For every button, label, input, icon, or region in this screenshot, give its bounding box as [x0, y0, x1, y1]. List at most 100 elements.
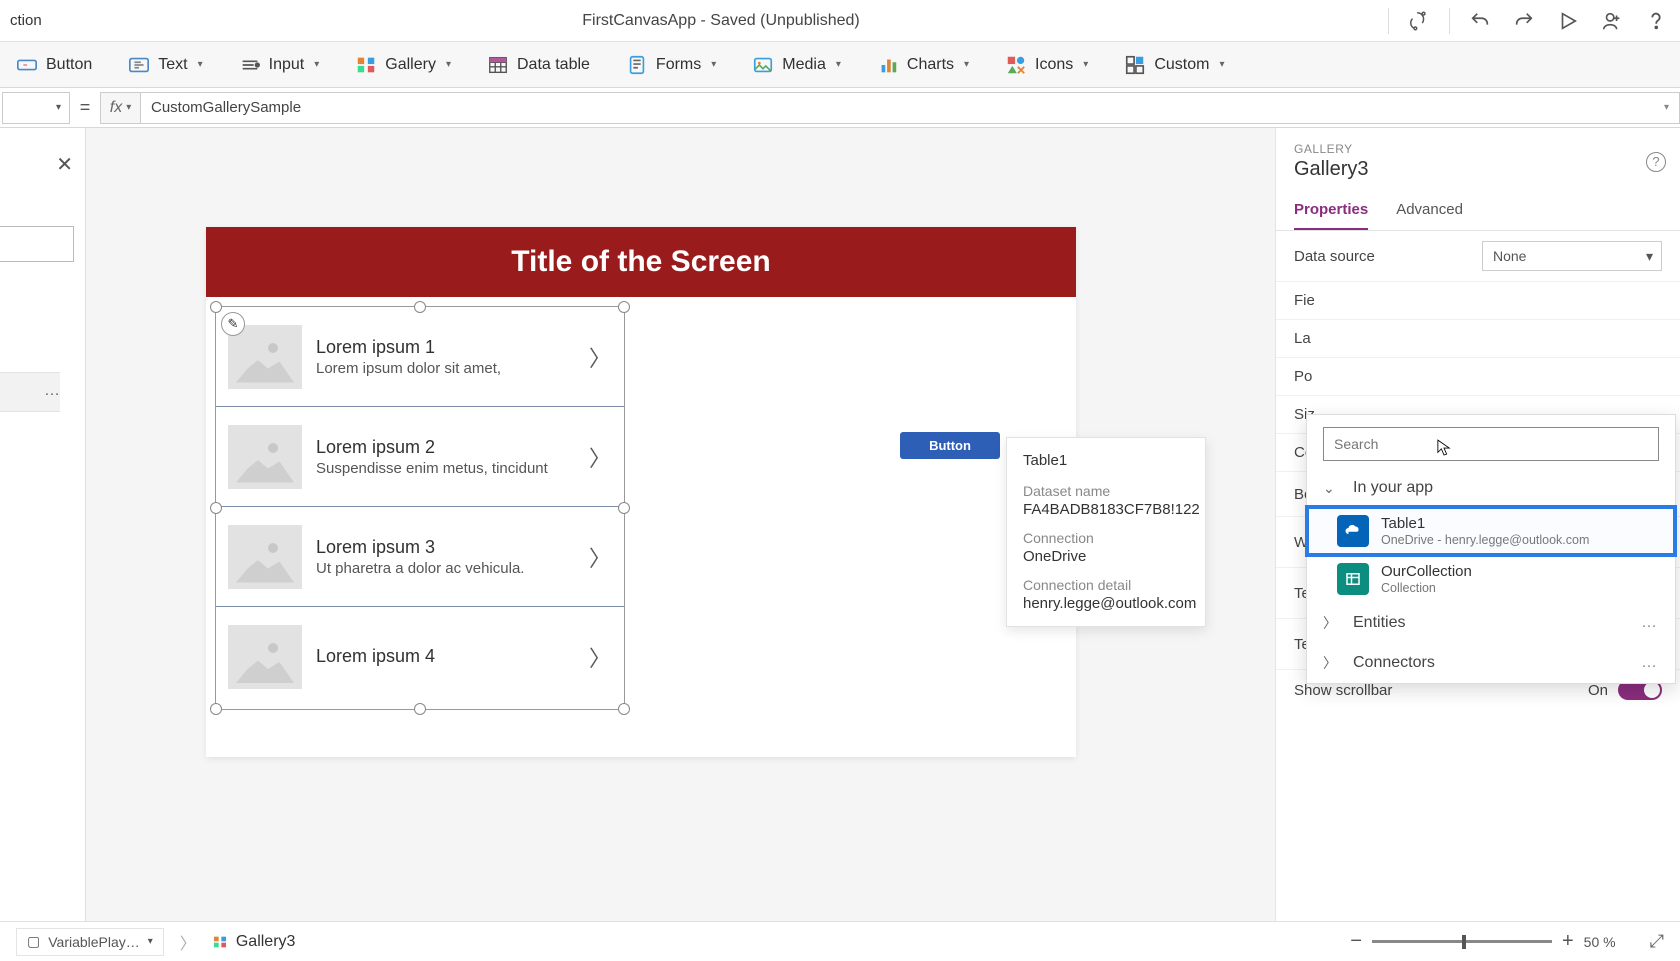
ribbon-media[interactable]: Media▾: [746, 50, 847, 80]
formula-input[interactable]: CustomGallerySample ▾: [140, 92, 1680, 124]
resize-handle[interactable]: [210, 301, 222, 313]
tab-properties[interactable]: Properties: [1294, 193, 1368, 230]
ribbon-input[interactable]: Input▾: [233, 50, 326, 80]
prop-fields: Fie: [1276, 282, 1680, 320]
ribbon-text[interactable]: Text▾: [122, 50, 208, 80]
chevron-right-icon[interactable]: 〉: [582, 439, 618, 475]
ribbon-charts[interactable]: Charts▾: [871, 50, 975, 80]
panel-help-icon[interactable]: ?: [1646, 152, 1666, 172]
input-icon: [239, 54, 261, 76]
tooltip-title: Table1: [1023, 452, 1189, 469]
property-selector[interactable]: ▾: [2, 92, 70, 124]
tooltip-value: FA4BADB8183CF7B8!122: [1023, 501, 1189, 518]
ribbon-custom[interactable]: Custom▾: [1118, 50, 1230, 80]
ribbon-button[interactable]: Button: [10, 50, 98, 80]
control-category: GALLERY: [1294, 142, 1662, 156]
datasource-item-table1[interactable]: Table1 OneDrive - henry.legge@outlook.co…: [1307, 507, 1675, 555]
image-placeholder-icon: [228, 525, 302, 589]
tab-advanced[interactable]: Advanced: [1396, 193, 1463, 230]
gallery-row[interactable]: Lorem ipsum 4 〉: [216, 607, 624, 707]
ribbon-media-label: Media: [782, 56, 826, 74]
resize-handle[interactable]: [414, 301, 426, 313]
datasource-picker: ⌄ In your app Table1 OneDrive - henry.le…: [1306, 414, 1676, 684]
ribbon-forms[interactable]: Forms▾: [620, 50, 722, 80]
app-screen: Title of the Screen ✎ Lorem ipsum 1Lorem…: [206, 227, 1076, 757]
datasource-dropdown[interactable]: None▾: [1482, 241, 1662, 271]
ribbon-icons[interactable]: Icons▾: [999, 50, 1094, 80]
title-left-fragment: ction: [10, 12, 54, 29]
section-connectors[interactable]: 〉 Connectors …: [1307, 643, 1675, 683]
properties-panel: GALLERY Gallery3 ? Properties Advanced D…: [1275, 128, 1680, 921]
gallery-row[interactable]: Lorem ipsum 2Suspendisse enim metus, tin…: [216, 407, 624, 507]
chevron-right-icon[interactable]: 〉: [582, 339, 618, 375]
zoom-out-button[interactable]: −: [1350, 930, 1362, 953]
redo-icon[interactable]: [1510, 7, 1538, 35]
charts-icon: [877, 54, 899, 76]
undo-icon[interactable]: [1466, 7, 1494, 35]
datasource-item-ourcollection[interactable]: OurCollection Collection: [1307, 555, 1675, 603]
canvas-area[interactable]: Title of the Screen ✎ Lorem ipsum 1Lorem…: [86, 128, 1275, 921]
table-icon: [487, 54, 509, 76]
resize-handle[interactable]: [618, 301, 630, 313]
text-icon: [128, 54, 150, 76]
section-label: Connectors: [1353, 654, 1435, 672]
zoom-value: 50 %: [1584, 934, 1616, 950]
chevron-right-icon[interactable]: 〉: [582, 639, 618, 675]
prop-label: Po: [1294, 368, 1312, 385]
property-tabs: Properties Advanced: [1276, 185, 1680, 231]
play-icon[interactable]: [1554, 7, 1582, 35]
section-in-your-app[interactable]: ⌄ In your app: [1307, 469, 1675, 507]
expand-icon[interactable]: ⤢: [1650, 931, 1664, 952]
help-icon[interactable]: [1642, 7, 1670, 35]
gallery-item-title: Lorem ipsum 4: [316, 646, 568, 667]
section-label: In your app: [1353, 479, 1433, 497]
resize-handle[interactable]: [414, 703, 426, 715]
left-tree-pane: ✕ …: [0, 128, 86, 921]
pencil-icon[interactable]: ✎: [221, 312, 245, 336]
app-checker-icon[interactable]: [1405, 7, 1433, 35]
ribbon-datatable[interactable]: Data table: [481, 50, 596, 80]
gallery-row[interactable]: Lorem ipsum 1Lorem ipsum dolor sit amet,…: [216, 307, 624, 407]
prop-label: Show scrollbar: [1294, 682, 1392, 699]
search-input[interactable]: [1323, 427, 1659, 461]
section-entities[interactable]: 〉 Entities …: [1307, 603, 1675, 643]
ribbon-datatable-label: Data table: [517, 56, 590, 74]
more-icon[interactable]: …: [44, 382, 62, 400]
ribbon-text-label: Text: [158, 56, 187, 74]
image-placeholder-icon: [228, 625, 302, 689]
gallery-item-title: Lorem ipsum 2: [316, 437, 568, 458]
button-icon: [16, 54, 38, 76]
fx-button[interactable]: fx▾: [100, 92, 140, 124]
gallery-item-title: Lorem ipsum 3: [316, 537, 568, 558]
breadcrumb-control[interactable]: Gallery3: [212, 933, 296, 951]
ribbon-gallery[interactable]: Gallery▾: [349, 50, 457, 80]
close-icon[interactable]: ✕: [56, 152, 73, 177]
zoom-knob[interactable]: [1462, 935, 1466, 949]
ribbon-custom-label: Custom: [1154, 56, 1209, 74]
resize-handle[interactable]: [618, 703, 630, 715]
share-icon[interactable]: [1598, 7, 1626, 35]
zoom-track[interactable]: [1372, 940, 1552, 943]
section-label: Entities: [1353, 614, 1405, 632]
collection-icon: [1337, 563, 1369, 595]
resize-handle[interactable]: [618, 502, 630, 514]
cursor-icon: [1437, 439, 1451, 457]
custom-icon: [1124, 54, 1146, 76]
status-bar: ▢ VariablePlay… ▾ 〉 Gallery3 − + 50 % ⤢: [0, 921, 1680, 961]
more-icon[interactable]: …: [1641, 614, 1659, 632]
resize-handle[interactable]: [210, 703, 222, 715]
breadcrumb-screen[interactable]: ▢ VariablePlay… ▾: [16, 928, 164, 956]
ribbon-charts-label: Charts: [907, 56, 954, 74]
formula-text: CustomGallerySample: [151, 99, 301, 116]
gallery-row[interactable]: Lorem ipsum 3Ut pharetra a dolor ac vehi…: [216, 507, 624, 607]
more-icon[interactable]: …: [1641, 654, 1659, 672]
title-bar: ction FirstCanvasApp - Saved (Unpublishe…: [0, 0, 1680, 42]
zoom-in-button[interactable]: +: [1562, 930, 1574, 953]
canvas-button-control[interactable]: Button: [900, 432, 1000, 459]
tree-item-stub[interactable]: [0, 226, 74, 262]
title-actions: [1388, 7, 1670, 35]
chevron-right-icon[interactable]: 〉: [582, 539, 618, 575]
breadcrumb-label: Gallery3: [236, 933, 296, 951]
resize-handle[interactable]: [210, 502, 222, 514]
gallery-control[interactable]: ✎ Lorem ipsum 1Lorem ipsum dolor sit ame…: [215, 306, 625, 710]
